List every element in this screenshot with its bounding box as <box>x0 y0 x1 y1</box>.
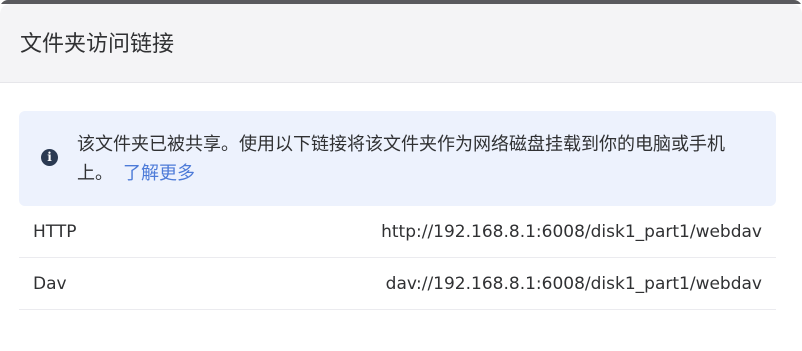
learn-more-link[interactable]: 了解更多 <box>123 163 195 184</box>
row-label-dav: Dav <box>33 274 67 294</box>
table-row-http: HTTP http://192.168.8.1:6008/disk1_part1… <box>19 206 776 258</box>
info-message: 该文件夹已被共享。使用以下链接将该文件夹作为网络磁盘挂载到你的电脑或手机上。 了解… <box>77 130 757 188</box>
info-circle-icon: i <box>41 149 58 166</box>
dav-link-value[interactable]: dav://192.168.8.1:6008/disk1_part1/webda… <box>386 272 762 296</box>
dialog-header: 文件夹访问链接 <box>0 4 802 83</box>
http-link-value[interactable]: http://192.168.8.1:6008/disk1_part1/webd… <box>381 220 762 244</box>
links-table: HTTP http://192.168.8.1:6008/disk1_part1… <box>19 206 776 310</box>
folder-access-dialog: 文件夹访问链接 i 该文件夹已被共享。使用以下链接将该文件夹作为网络磁盘挂载到你… <box>0 0 802 351</box>
dialog-title: 文件夹访问链接 <box>20 32 175 57</box>
row-label-http: HTTP <box>33 222 77 242</box>
table-row-dav: Dav dav://192.168.8.1:6008/disk1_part1/w… <box>19 258 776 310</box>
info-alert: i 该文件夹已被共享。使用以下链接将该文件夹作为网络磁盘挂载到你的电脑或手机上。… <box>19 111 776 206</box>
